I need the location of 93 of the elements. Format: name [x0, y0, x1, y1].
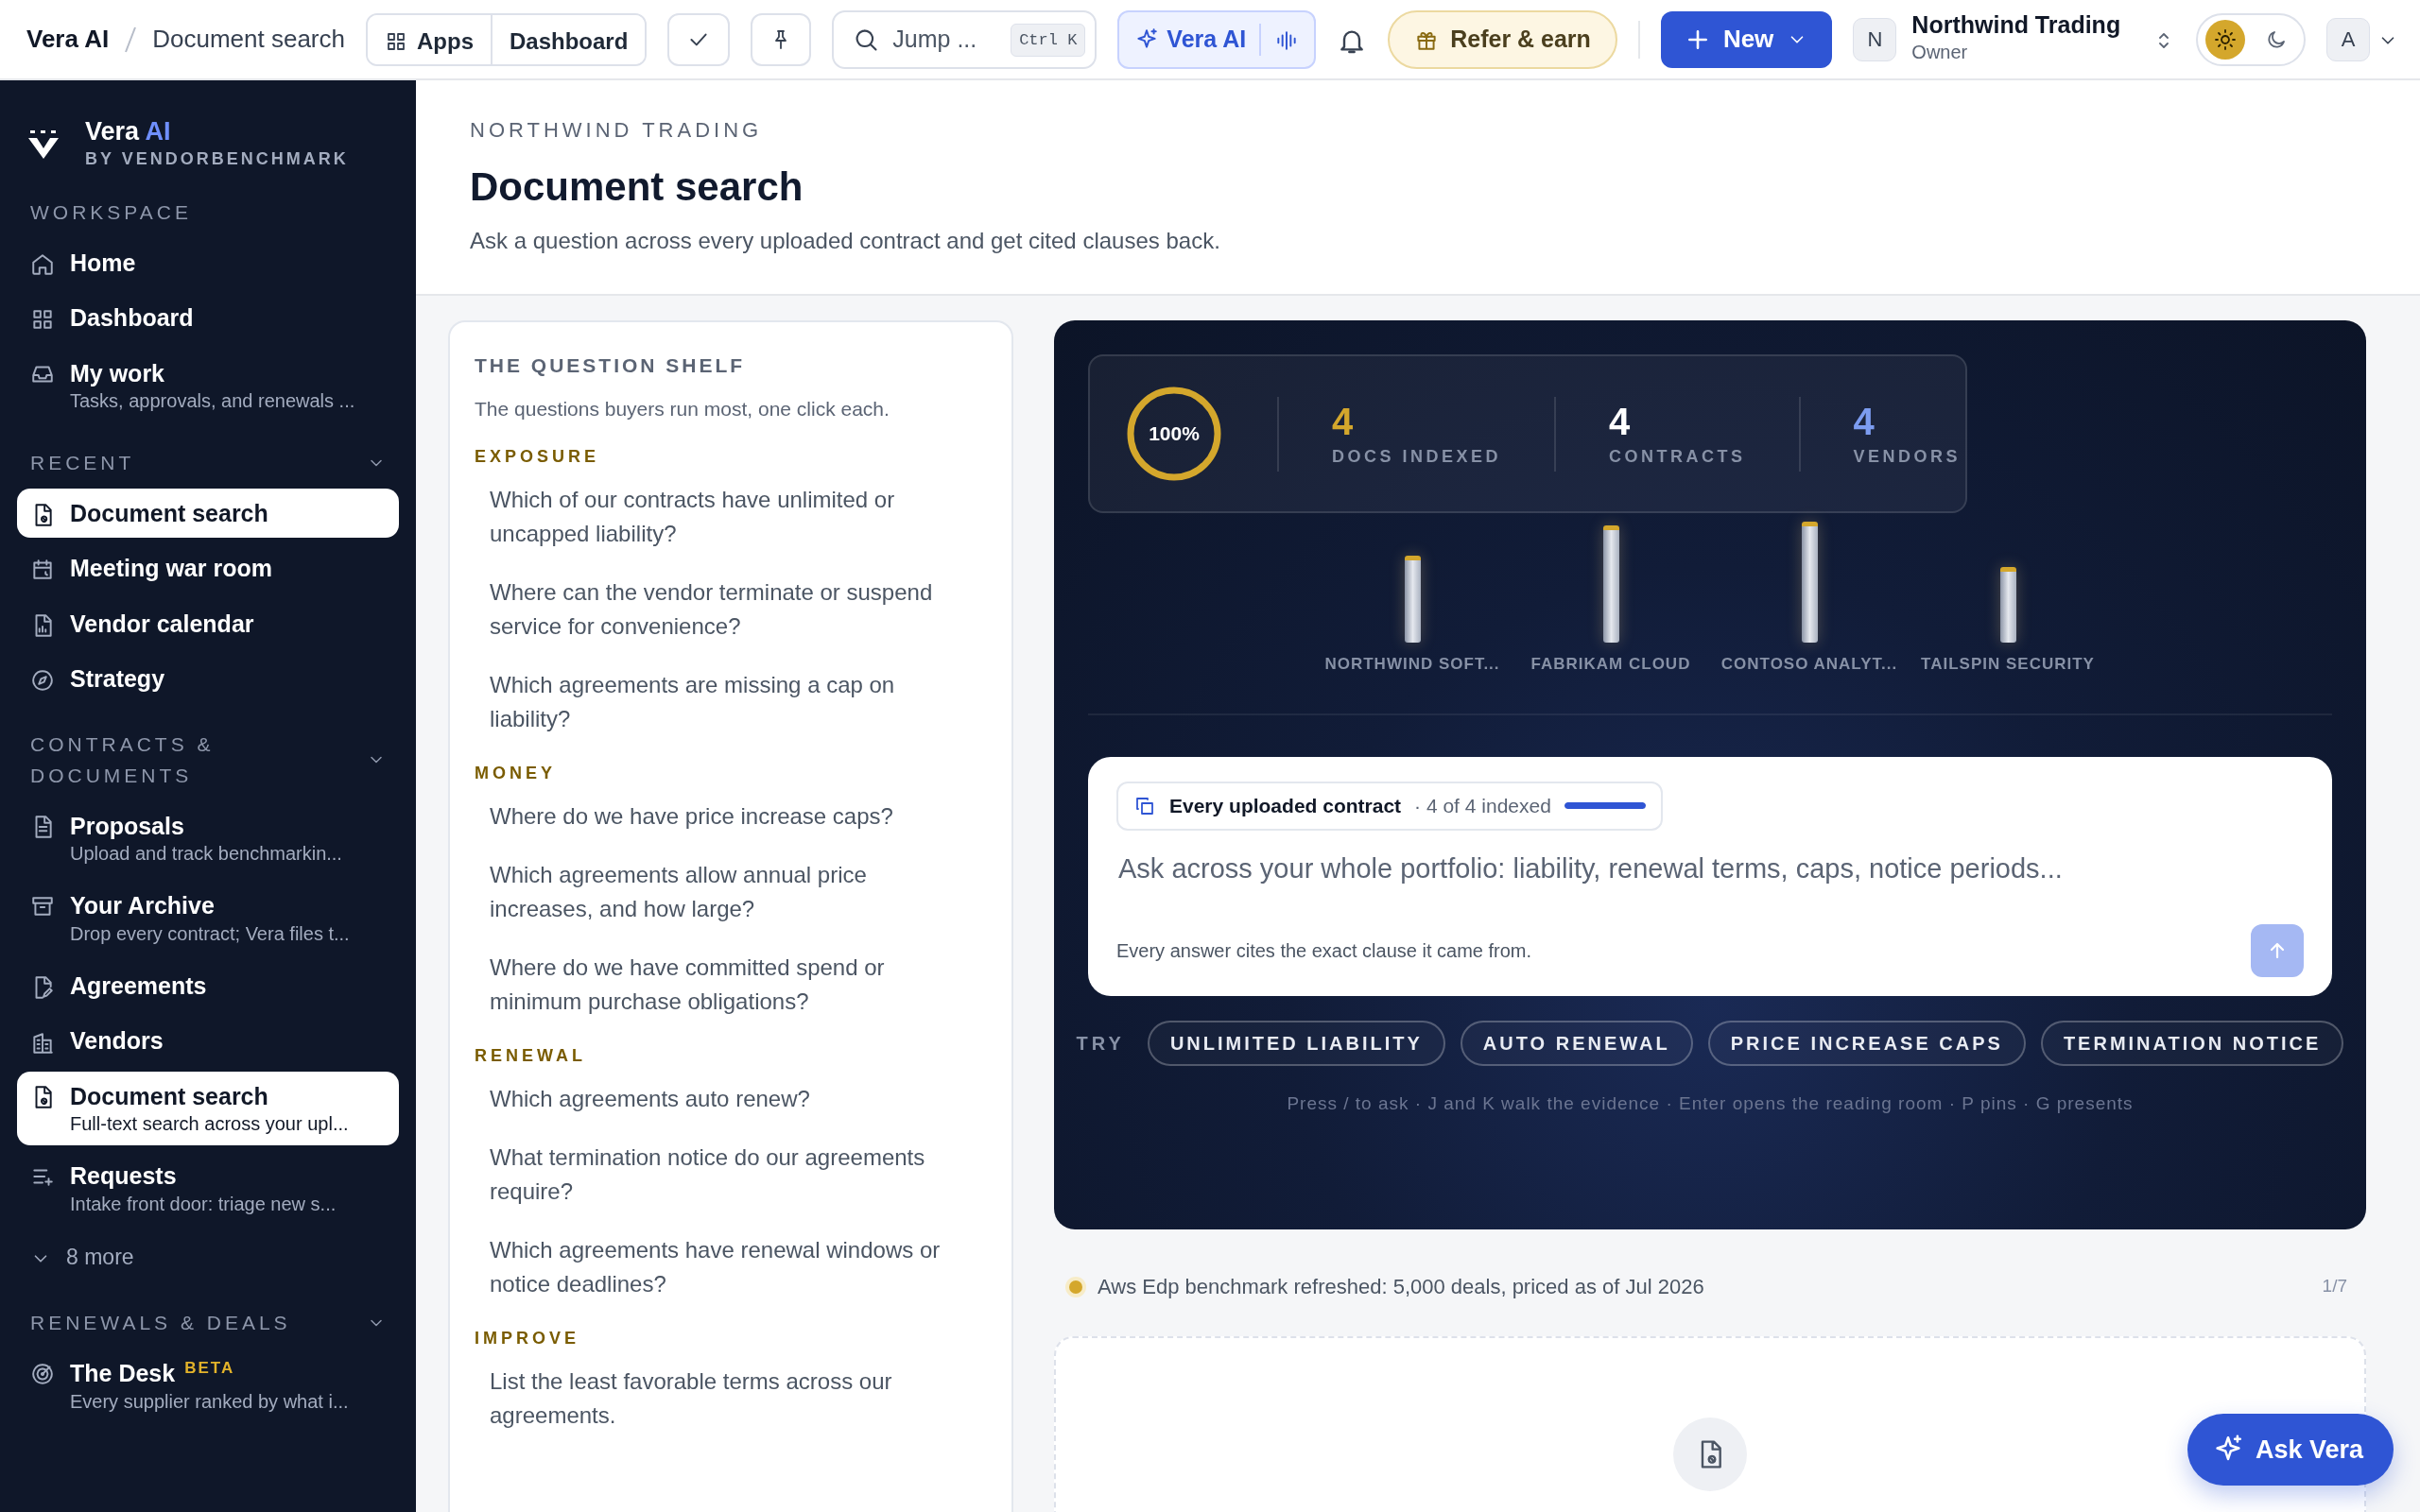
- keyboard-shortcuts-hint: Press / to ask · J and K walk the evidence · Enter opens the reading room · P pins · G presents: [1286, 1092, 2135, 1116]
- theme-toggle[interactable]: [2196, 12, 2307, 66]
- nav-item[interactable]: Home: [17, 237, 399, 287]
- question-group-heading: EXPOSURE: [475, 446, 601, 469]
- shelf-heading: THE QUESTION SHELF: [475, 353, 747, 379]
- org-avatar: N: [1853, 17, 1897, 61]
- refer-button[interactable]: Refer & earn: [1388, 9, 1617, 69]
- page-title: Document search: [152, 24, 345, 56]
- suggestion-chip[interactable]: AUTO RENEWAL: [1460, 1021, 1693, 1067]
- section-heading: CONTRACTS & DOCUMENTS: [30, 731, 216, 789]
- nav-item[interactable]: Document search Full-text search across your upl...: [17, 1071, 399, 1146]
- scope-selector[interactable]: Every uploaded contract · 4 of 4 indexed: [1116, 782, 1663, 831]
- suggestion-chip[interactable]: PRICE INCREASE CAPS: [1707, 1021, 2026, 1067]
- question-group-heading: IMPROVE: [475, 1328, 580, 1350]
- question-link[interactable]: Where can the vendor terminate or suspend service for convenience?: [475, 576, 987, 644]
- page-heading: Document search: [470, 163, 804, 212]
- page-description: Ask a question across every uploaded contract and get cited clauses back.: [470, 227, 1221, 256]
- check-button[interactable]: [667, 12, 731, 66]
- ask-vera-button[interactable]: Ask Vera: [2187, 1414, 2394, 1486]
- user-avatar[interactable]: A: [2326, 17, 2371, 61]
- question-link[interactable]: Where do we have committed spend or minimum purchase obligations?: [475, 951, 987, 1020]
- pager-count: 1/7: [2322, 1275, 2347, 1298]
- nav-item-subtitle: Intake front door: triage new s...: [70, 1192, 337, 1216]
- question-group-heading: RENEWAL: [475, 1045, 587, 1068]
- nav-item[interactable]: Dashboard: [17, 293, 399, 343]
- stat-label: VENDORS: [1853, 445, 1962, 468]
- nav-item-subtitle: Upload and track benchmarkin...: [70, 842, 342, 867]
- breadcrumb-separator-icon: [124, 25, 138, 54]
- nav-item-subtitle: Tasks, approvals, and renewals ...: [70, 389, 355, 413]
- try-label: TRY: [1076, 1032, 1125, 1057]
- dashboard-button[interactable]: Dashboard: [491, 14, 646, 64]
- beta-label: BETA: [184, 1358, 235, 1377]
- nav-item-subtitle: Every supplier ranked by what i...: [70, 1389, 349, 1414]
- indexed-count: · 4 of 4 indexed: [1414, 794, 1551, 819]
- home-icon: [30, 251, 55, 277]
- benchmark-status: Aws Edp benchmark refreshed: 5,000 deals, priced as of Jul 2026: [1098, 1274, 1704, 1301]
- brand-name: Vera AI: [85, 118, 172, 146]
- nav-item-subtitle: Drop every contract; Vera files t...: [70, 921, 350, 946]
- question-link[interactable]: Which agreements have renewal windows or notice deadlines?: [475, 1233, 987, 1302]
- question-link[interactable]: Which agreements auto renew?: [475, 1082, 987, 1117]
- building-icon: [30, 1030, 55, 1056]
- progress-percentage: 100%: [1149, 421, 1200, 447]
- pin-button[interactable]: [751, 12, 812, 66]
- suggestion-chip[interactable]: UNLIMITED LIABILITY: [1147, 1021, 1445, 1067]
- breadcrumb-link[interactable]: Vera AI: [26, 21, 110, 59]
- stat-label: DOCS INDEXED: [1332, 445, 1502, 468]
- nav-item[interactable]: The Desk $^{BETA}$ Every supplier ranked by what i...: [17, 1348, 399, 1423]
- compass-icon: [30, 668, 55, 694]
- scope-label: Every uploaded contract: [1169, 794, 1402, 819]
- vendor-label: CONTOSO ANALYT...: [1720, 653, 1898, 675]
- org-role: Owner: [1911, 41, 1969, 65]
- suggestion-chip[interactable]: TERMINATION NOTICE: [2040, 1021, 2344, 1067]
- question-link[interactable]: Where do we have price increase caps?: [475, 799, 987, 834]
- nav-item[interactable]: My work Tasks, approvals, and renewals ...: [17, 348, 399, 422]
- question-link[interactable]: What termination notice do our agreements require?: [475, 1141, 987, 1210]
- nav-item[interactable]: Requests Intake front door: triage new s...: [17, 1151, 399, 1226]
- vendor-label: FABRIKAM CLOUD: [1530, 653, 1691, 675]
- composer-hint: Every answer cites the exact clause it came from.: [1116, 939, 1532, 964]
- stat-value: 4: [1609, 399, 1632, 444]
- stat-label: CONTRACTS: [1609, 445, 1746, 468]
- section-heading: WORKSPACE: [30, 199, 192, 225]
- show-more-button[interactable]: 8 more: [17, 1230, 399, 1283]
- nav-item[interactable]: Document search: [17, 488, 399, 539]
- vendor-label: TAILSPIN SECURITY: [1921, 653, 2095, 675]
- sun-icon: [2214, 27, 2238, 51]
- nav-item[interactable]: Agreements: [17, 960, 399, 1011]
- nav-item[interactable]: Vendor calendar: [17, 598, 399, 649]
- question-group-heading: MONEY: [475, 763, 557, 785]
- nav-item-subtitle: Full-text search across your upl...: [70, 1112, 349, 1137]
- nav-item[interactable]: Vendors: [17, 1016, 399, 1066]
- stat-value: 4: [1853, 399, 1876, 444]
- question-link[interactable]: Which of our contracts have unlimited or uncapped liability?: [475, 483, 987, 552]
- new-button[interactable]: New: [1660, 10, 1833, 68]
- nav-item[interactable]: Meeting war room: [17, 543, 399, 593]
- shortcut-key: Ctrl K: [1011, 23, 1086, 58]
- status-dot: [1069, 1280, 1082, 1294]
- brand-tagline: BY VENDORBENCHMARK: [85, 147, 349, 170]
- question-link[interactable]: Which agreements are missing a cap on liability?: [475, 668, 987, 737]
- light-theme-option[interactable]: [2205, 19, 2246, 60]
- stat-value: 4: [1332, 399, 1355, 444]
- copy-icon: [1133, 795, 1156, 817]
- nav-item[interactable]: Strategy: [17, 654, 399, 704]
- target-icon: [30, 1361, 55, 1386]
- question-link[interactable]: List the least favorable terms across our agreements.: [475, 1365, 987, 1434]
- vendor-label: NORTHWIND SOFT...: [1324, 653, 1500, 675]
- question-link[interactable]: Which agreements allow annual price increases, and how large?: [475, 858, 987, 927]
- section-heading: RECENT: [30, 451, 135, 475]
- org-name: Northwind Trading: [1911, 11, 2121, 39]
- section-heading: RENEWALS & DEALS: [30, 1311, 291, 1336]
- nav-item[interactable]: Proposals Upload and track benchmarkin...: [17, 800, 399, 876]
- nav-item[interactable]: Your Archive Drop every contract; Vera files t...: [17, 881, 399, 955]
- org-eyebrow: NORTHWIND TRADING: [470, 117, 764, 145]
- shelf-description: The questions buyers run most, one click each.: [475, 396, 890, 421]
